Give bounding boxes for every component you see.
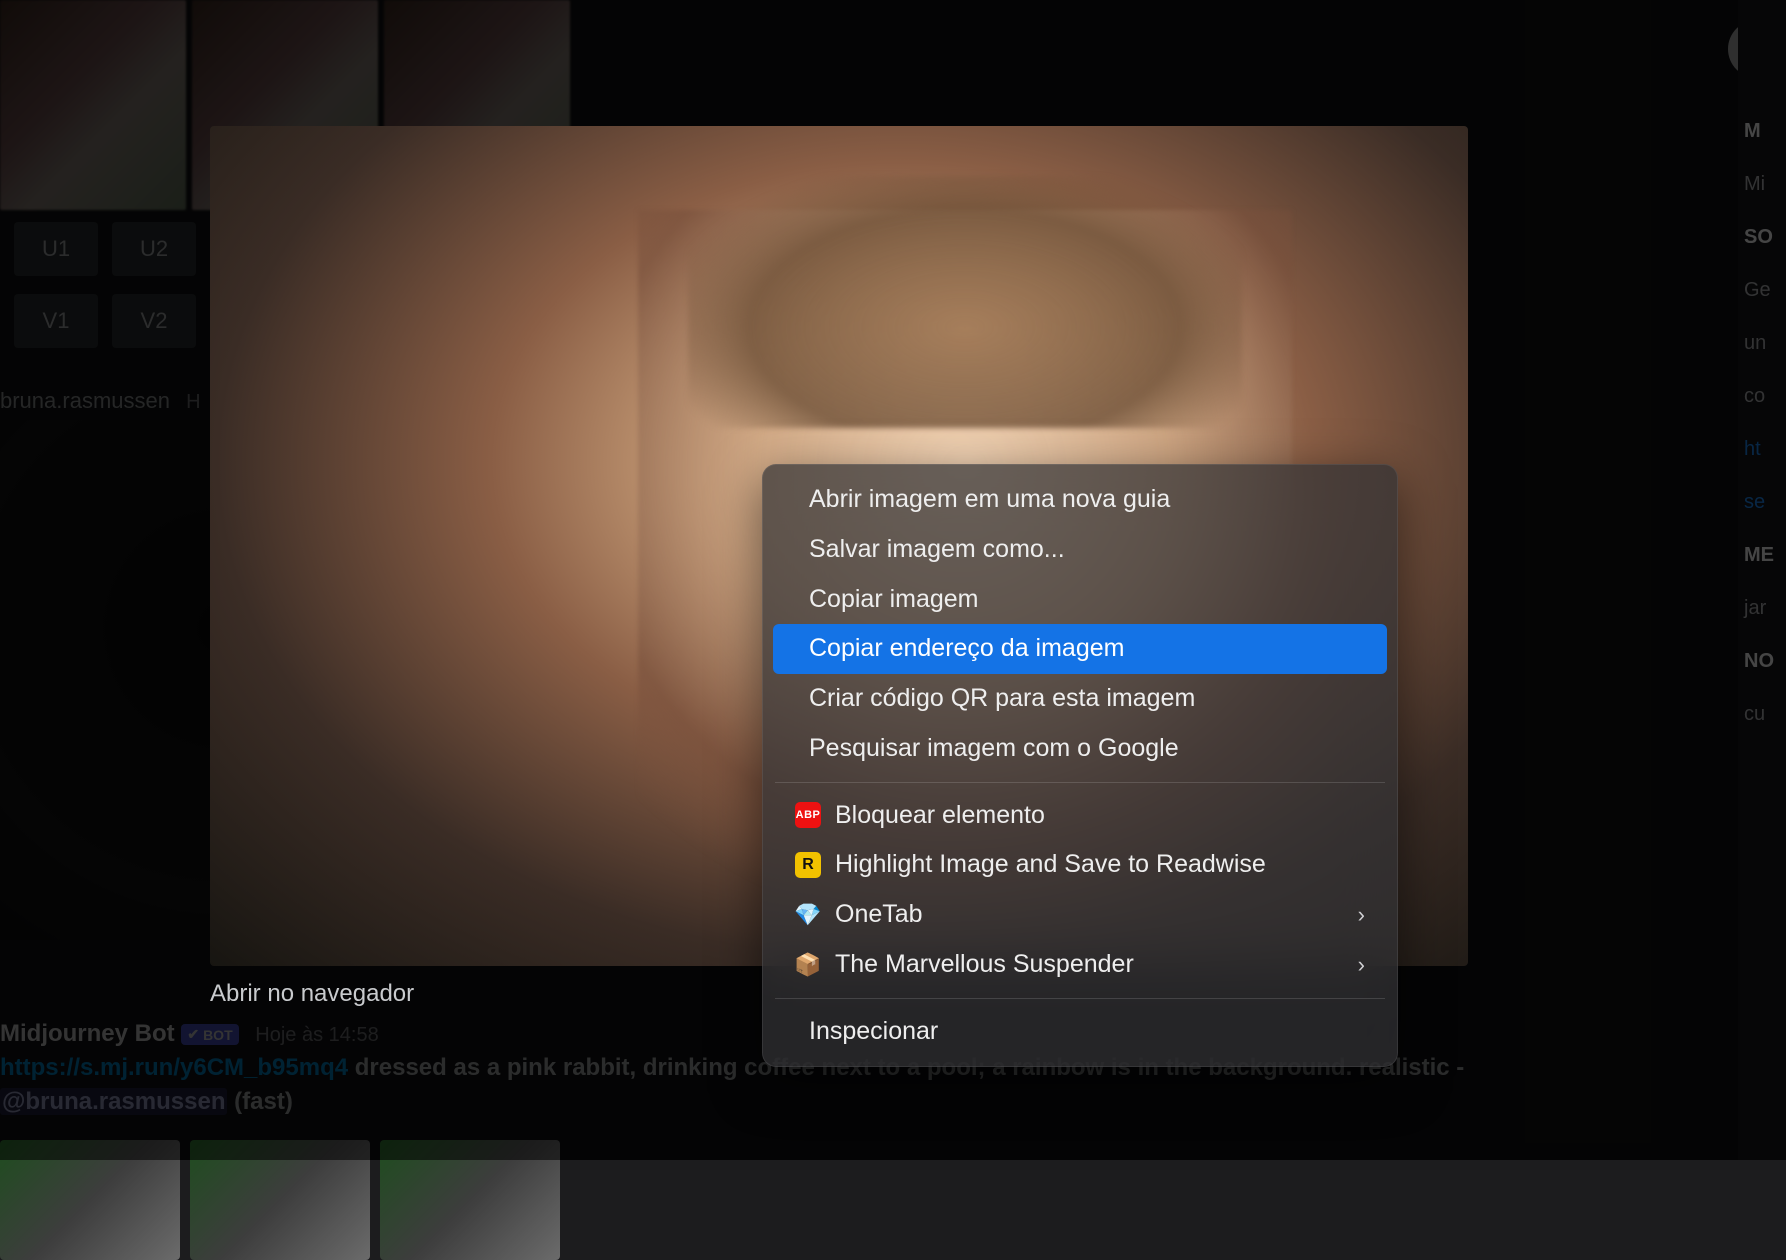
u1-button[interactable]: U1 [14, 222, 98, 276]
reply-ts: H [186, 391, 200, 413]
ctx-onetab[interactable]: 💎 OneTab › [773, 890, 1387, 940]
ctx-open-new-tab[interactable]: Abrir imagem em uma nova guia [773, 475, 1387, 525]
ctx-save-as[interactable]: Salvar imagem como... [773, 525, 1387, 575]
ctx-label: Copiar endereço da imagem [809, 632, 1124, 666]
ctx-copy-image[interactable]: Copiar imagem [773, 575, 1387, 625]
panel-l3: co [1744, 385, 1765, 408]
readwise-icon: R [795, 852, 821, 878]
panel-h2: ME [1744, 544, 1774, 567]
ctx-abp-block[interactable]: ABP Bloquear elemento [773, 791, 1387, 841]
reply-line: bruna.rasmussen H [0, 388, 201, 414]
message-suffix: (fast) [227, 1088, 292, 1115]
variation-row: V1 V2 [14, 294, 196, 348]
panel-h3: NO [1744, 650, 1774, 673]
panel-title: M [1744, 120, 1761, 143]
thumbnail[interactable] [380, 1140, 560, 1260]
panel-link2[interactable]: se [1744, 491, 1765, 514]
ctx-separator [775, 998, 1385, 999]
chevron-right-icon: › [1358, 950, 1365, 980]
abp-icon: ABP [795, 802, 821, 828]
ctx-label: Criar código QR para esta imagem [809, 682, 1195, 716]
onetab-icon: 💎 [795, 902, 821, 928]
badge-text: BOT [203, 1027, 233, 1043]
ctx-search-google[interactable]: Pesquisar imagem com o Google [773, 724, 1387, 774]
ctx-label: OneTab [835, 898, 923, 932]
u2-button[interactable]: U2 [112, 222, 196, 276]
ctx-label: Copiar imagem [809, 583, 979, 617]
suspender-icon: 📦 [795, 952, 821, 978]
ctx-separator [775, 782, 1385, 783]
message-timestamp: Hoje às 14:58 [255, 1024, 378, 1046]
message-mention[interactable]: @bruna.rasmussen [0, 1088, 227, 1115]
panel-h1: SO [1744, 226, 1773, 249]
panel-link1[interactable]: ht [1744, 438, 1761, 461]
ctx-label: Salvar imagem como... [809, 533, 1065, 567]
reply-username: bruna.rasmussen [0, 388, 170, 413]
ctx-inspect[interactable]: Inspecionar [773, 1007, 1387, 1057]
ctx-readwise[interactable]: R Highlight Image and Save to Readwise [773, 840, 1387, 890]
context-menu: Abrir imagem em uma nova guia Salvar ima… [762, 464, 1398, 1067]
message-link[interactable]: https://s.mj.run/y6CM_b95mq4 [0, 1054, 348, 1081]
ctx-label: Inspecionar [809, 1015, 938, 1049]
badge-check-icon: ✔ [187, 1026, 199, 1043]
message-content-2: @bruna.rasmussen (fast) [0, 1088, 1464, 1116]
panel-l2: un [1744, 332, 1766, 355]
right-panel: M Mi SO Ge un co ht se ME jar NO cu [1738, 0, 1786, 1160]
ctx-copy-image-address[interactable]: Copiar endereço da imagem [773, 624, 1387, 674]
grid-cell [0, 0, 186, 210]
ctx-label: Highlight Image and Save to Readwise [835, 848, 1266, 882]
ctx-label: The Marvellous Suspender [835, 948, 1134, 982]
v2-button[interactable]: V2 [112, 294, 196, 348]
ctx-suspender[interactable]: 📦 The Marvellous Suspender › [773, 940, 1387, 990]
thumbnail[interactable] [190, 1140, 370, 1260]
ctx-create-qr[interactable]: Criar código QR para esta imagem [773, 674, 1387, 724]
thumbnail[interactable] [0, 1140, 180, 1260]
chevron-right-icon: › [1358, 900, 1365, 930]
v1-button[interactable]: V1 [14, 294, 98, 348]
panel-v3: cu [1744, 703, 1765, 726]
panel-v2: jar [1744, 597, 1766, 620]
upscale-row: U1 U2 [14, 222, 196, 276]
bot-badge: ✔ BOT [181, 1024, 238, 1045]
ctx-label: Abrir imagem em uma nova guia [809, 483, 1170, 517]
thumbnail-row [0, 1140, 560, 1260]
message-author[interactable]: Midjourney Bot [0, 1020, 175, 1047]
ctx-label: Pesquisar imagem com o Google [809, 732, 1179, 766]
panel-l1: Ge [1744, 279, 1771, 302]
panel-sub: Mi [1744, 173, 1765, 196]
ctx-label: Bloquear elemento [835, 799, 1045, 833]
